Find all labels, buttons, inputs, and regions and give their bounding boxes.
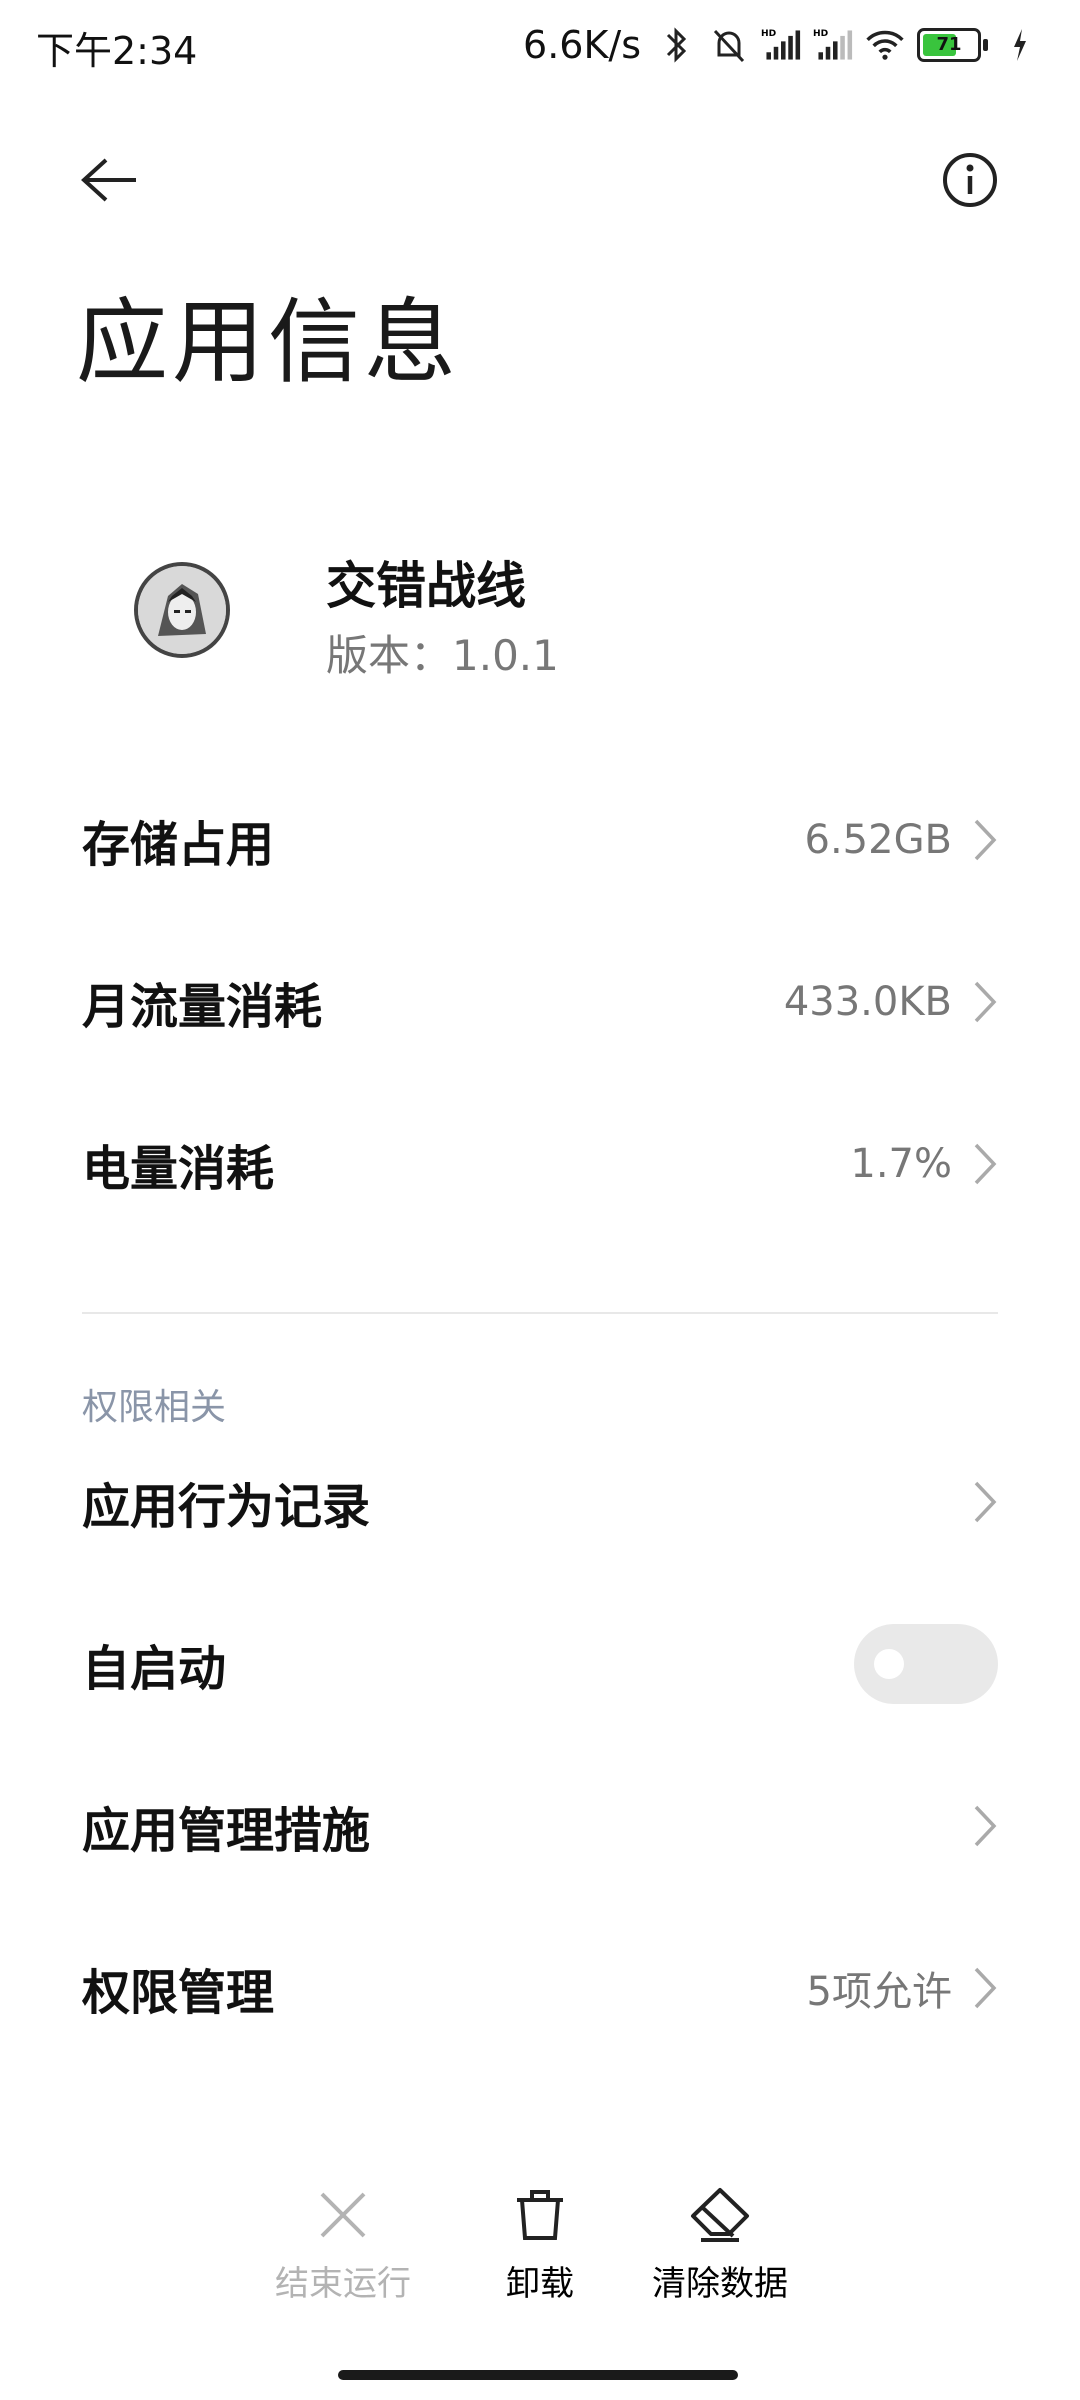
- trash-icon: [505, 2180, 575, 2250]
- page-title: 应用信息: [76, 289, 461, 396]
- home-indicator[interactable]: [338, 2370, 738, 2380]
- status-time: 下午2:34: [36, 29, 198, 73]
- battery-icon: 71: [917, 28, 981, 62]
- row-label: 存储占用: [82, 817, 275, 873]
- chevron-right-icon: [974, 1143, 997, 1185]
- chevron-right-icon: [974, 819, 997, 861]
- close-icon: [308, 2180, 378, 2250]
- status-icons: 6.6K/s HD HD 71: [523, 18, 1040, 72]
- row-label: 电量消耗: [82, 1141, 275, 1197]
- info-icon: [943, 153, 997, 207]
- app-version: 版本：1.0.1: [326, 631, 559, 680]
- network-speed: 6.6K/s: [523, 23, 641, 67]
- chevron-right-icon: [974, 981, 997, 1023]
- uninstall-button[interactable]: 卸载: [440, 2180, 640, 2305]
- chevron-right-icon: [974, 1805, 997, 1847]
- bluetooth-icon: [657, 23, 697, 67]
- clear-data-label: 清除数据: [652, 2264, 788, 2304]
- autostart-row: 自启动: [0, 1584, 1080, 1744]
- uninstall-label: 卸载: [506, 2264, 574, 2304]
- row-value: 1.7%: [850, 1141, 952, 1187]
- row-label: 月流量消耗: [82, 979, 323, 1035]
- divider: [82, 1312, 998, 1314]
- app-management-measures-row[interactable]: 应用管理措施: [0, 1746, 1080, 1906]
- row-value: 5项允许: [806, 1969, 952, 2015]
- arrow-left-icon: [81, 158, 136, 202]
- chevron-right-icon: [974, 1967, 997, 2009]
- chevron-right-icon: [974, 1481, 997, 1523]
- back-button[interactable]: [60, 130, 160, 230]
- row-value: 6.52GB: [804, 817, 953, 863]
- storage-usage-row[interactable]: 存储占用 6.52GB: [0, 760, 1080, 920]
- data-usage-row[interactable]: 月流量消耗 433.0KB: [0, 922, 1080, 1082]
- row-label: 权限管理: [82, 1965, 275, 2021]
- bottom-action-bar: 结束运行 卸载 清除数据: [0, 2180, 1080, 2304]
- app-icon: [134, 562, 230, 658]
- toggle-knob: [874, 1649, 904, 1679]
- app-name: 交错战线: [326, 557, 526, 615]
- clear-data-button[interactable]: 清除数据: [620, 2180, 820, 2305]
- row-label: 自启动: [82, 1641, 227, 1697]
- autostart-toggle[interactable]: [854, 1624, 998, 1704]
- battery-usage-row[interactable]: 电量消耗 1.7%: [0, 1084, 1080, 1244]
- battery-cap: [983, 39, 988, 51]
- wifi-icon: [865, 23, 905, 67]
- hd-signal-icon: HD: [813, 23, 853, 67]
- stop-label: 结束运行: [275, 2264, 411, 2304]
- hd-signal-icon: HD: [761, 23, 801, 67]
- row-value: 433.0KB: [783, 979, 952, 1025]
- info-button[interactable]: [920, 130, 1020, 230]
- battery-level: 71: [936, 34, 962, 55]
- permission-management-row[interactable]: 权限管理 5项允许: [0, 1908, 1080, 2068]
- charging-icon: [1000, 23, 1040, 67]
- row-label: 应用行为记录: [82, 1479, 371, 1535]
- svg-text:HD: HD: [813, 29, 829, 39]
- svg-text:HD: HD: [761, 29, 777, 39]
- eraser-icon: [685, 2180, 755, 2250]
- silent-bell-icon: [709, 23, 749, 67]
- stop-button[interactable]: 结束运行: [243, 2180, 443, 2305]
- app-behavior-log-row[interactable]: 应用行为记录: [0, 1422, 1080, 1582]
- row-label: 应用管理措施: [82, 1803, 371, 1859]
